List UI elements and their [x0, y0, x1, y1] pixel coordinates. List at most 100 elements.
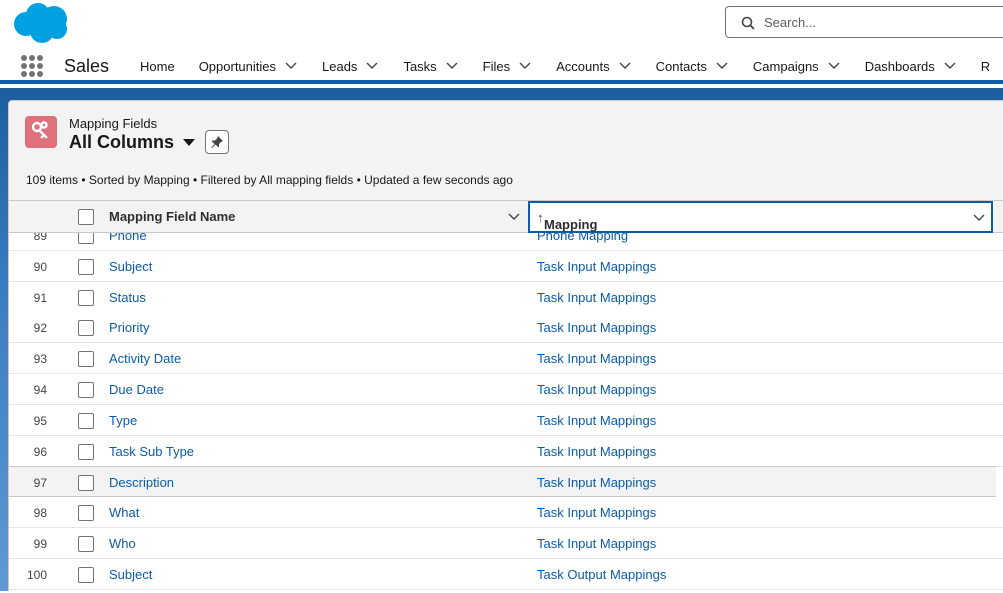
nav-item-label: Contacts — [655, 58, 707, 74]
nav-item-opportunities[interactable]: Opportunities — [199, 48, 298, 84]
chevron-down-icon[interactable] — [365, 59, 379, 73]
mapping-field-name-link[interactable]: Due Date — [109, 382, 164, 397]
table-row[interactable]: 89 Phone Phone Mapping — [9, 233, 1003, 251]
table-row[interactable]: 100 Subject Task Output Mappings — [9, 558, 1003, 590]
mapping-field-name-link[interactable]: Activity Date — [109, 351, 181, 366]
table-body: 89 Phone Phone Mapping 90 Subject Task Input … — [9, 233, 1003, 593]
row-number: 92 — [33, 321, 47, 336]
table-row[interactable]: 90 Subject Task Input Mappings — [9, 250, 1003, 282]
list-view-name: All Columns — [69, 132, 175, 152]
list-meta: 109 items • Sorted by Mapping • Filtered… — [26, 173, 513, 187]
row-checkbox[interactable] — [78, 233, 94, 244]
mapping-field-name-link[interactable]: Description — [109, 475, 174, 490]
salesforce-logo[interactable] — [12, 2, 70, 44]
row-number: 94 — [33, 383, 47, 397]
table-row[interactable]: 98 What Task Input Mappings — [9, 497, 1003, 529]
mapping-link[interactable]: Task Input Mappings — [537, 475, 656, 490]
mapping-field-name-link[interactable]: Type — [109, 413, 137, 428]
pin-icon — [211, 136, 223, 148]
row-number: 98 — [33, 506, 47, 521]
row-checkbox[interactable] — [78, 351, 94, 368]
table-row[interactable]: 94 Due Date Task Input Mappings — [9, 374, 1003, 405]
row-number: 100 — [26, 567, 47, 582]
table-row[interactable]: 91 Status Task Input Mappings — [9, 281, 1003, 313]
row-checkbox[interactable] — [78, 382, 94, 398]
table-row[interactable]: 96 Task Sub Type Task Input Mappings — [9, 435, 1003, 467]
mapping-link[interactable]: Task Input Mappings — [537, 290, 656, 305]
nav-item-files[interactable]: Files — [483, 48, 532, 84]
table-header: Mapping Field Name Mapping ↑ — [9, 200, 1003, 233]
chevron-down-icon[interactable] — [972, 211, 986, 225]
row-checkbox[interactable] — [78, 566, 94, 583]
mapping-link[interactable]: Task Input Mappings — [537, 536, 656, 551]
table-row[interactable]: 95 Type Task Input Mappings — [9, 404, 1003, 436]
mapping-link[interactable]: Task Input Mappings — [537, 382, 656, 397]
mapping-link[interactable]: Task Input Mappings — [537, 320, 656, 335]
mapping-field-name-link[interactable]: Phone — [109, 233, 147, 243]
nav-item-contacts[interactable]: Contacts — [656, 48, 729, 84]
table-row[interactable]: 92 Priority Task Input Mappings — [9, 312, 1003, 344]
search-placeholder: Search... — [764, 15, 817, 30]
chevron-down-icon[interactable] — [518, 59, 532, 73]
row-number: 99 — [33, 537, 47, 551]
mapping-field-name-link[interactable]: Priority — [109, 320, 149, 335]
nav-bar: Sales Home Opportunities Leads Tasks Files Ac… — [0, 48, 1003, 84]
column-label: Mapping — [544, 217, 598, 232]
chevron-down-icon[interactable] — [507, 210, 521, 224]
row-number: 93 — [33, 352, 47, 367]
mapping-link[interactable]: Task Input Mappings — [537, 351, 656, 366]
mapping-field-name-link[interactable]: Subject — [109, 259, 152, 274]
app-launcher-icon[interactable] — [21, 55, 43, 77]
row-number: 97 — [33, 476, 47, 491]
nav-item-tasks[interactable]: Tasks — [403, 48, 458, 84]
row-checkbox[interactable] — [78, 289, 94, 306]
nav-item-r[interactable]: R — [981, 48, 990, 84]
row-number: 96 — [33, 444, 47, 459]
mapping-field-name-link[interactable]: Subject — [109, 567, 152, 582]
row-number: 95 — [33, 413, 47, 428]
mapping-object-icon — [25, 116, 57, 148]
row-checkbox[interactable] — [78, 443, 94, 460]
column-header-mapping-field-name[interactable]: Mapping Field Name — [109, 209, 235, 224]
column-header-mapping[interactable]: Mapping ↑ — [528, 201, 993, 233]
mapping-field-name-link[interactable]: Who — [109, 536, 136, 551]
row-checkbox[interactable] — [78, 320, 94, 337]
search-input[interactable]: Search... — [725, 6, 1003, 38]
mapping-field-name-link[interactable]: Task Sub Type — [109, 444, 194, 459]
mapping-link[interactable]: Task Input Mappings — [537, 413, 656, 428]
row-checkbox[interactable] — [78, 536, 94, 552]
mapping-link[interactable]: Task Output Mappings — [537, 567, 666, 582]
row-checkbox[interactable] — [78, 475, 94, 492]
pin-list-view-button[interactable] — [205, 130, 229, 154]
table-row[interactable]: 93 Activity Date Task Input Mappings — [9, 343, 1003, 375]
nav-item-campaigns[interactable]: Campaigns — [753, 48, 841, 84]
mapping-link[interactable]: Task Input Mappings — [537, 259, 656, 274]
global-header: Search... — [0, 0, 1003, 48]
list-view-selector[interactable]: All Columns — [69, 132, 196, 153]
chevron-down-icon[interactable] — [284, 59, 298, 73]
row-checkbox[interactable] — [78, 258, 94, 275]
nav-item-accounts[interactable]: Accounts — [556, 48, 631, 84]
nav-item-label: Opportunities — [198, 58, 277, 74]
select-all-checkbox[interactable] — [78, 209, 94, 225]
nav-item-label: Files — [482, 58, 511, 74]
nav-item-leads[interactable]: Leads — [322, 48, 379, 84]
nav-item-home[interactable]: Home — [140, 48, 175, 84]
chevron-down-icon[interactable] — [445, 59, 459, 73]
row-number: 91 — [33, 290, 47, 305]
row-checkbox[interactable] — [78, 505, 94, 522]
table-row[interactable]: 99 Who Task Input Mappings — [9, 528, 1003, 559]
mapping-field-name-link[interactable]: Status — [109, 290, 146, 305]
chevron-down-icon[interactable] — [827, 59, 841, 73]
mapping-link[interactable]: Task Input Mappings — [537, 505, 656, 520]
chevron-down-icon[interactable] — [618, 59, 632, 73]
mapping-link[interactable]: Phone Mapping — [537, 233, 628, 243]
chevron-down-icon[interactable] — [715, 59, 729, 73]
nav-item-dashboards[interactable]: Dashboards — [865, 48, 957, 84]
sort-ascending-icon: ↑ — [537, 210, 544, 225]
row-checkbox[interactable] — [78, 412, 94, 429]
table-row[interactable]: 97 Description Task Input Mappings — [9, 466, 996, 498]
chevron-down-icon[interactable] — [943, 59, 957, 73]
mapping-link[interactable]: Task Input Mappings — [537, 444, 656, 459]
mapping-field-name-link[interactable]: What — [109, 505, 139, 520]
